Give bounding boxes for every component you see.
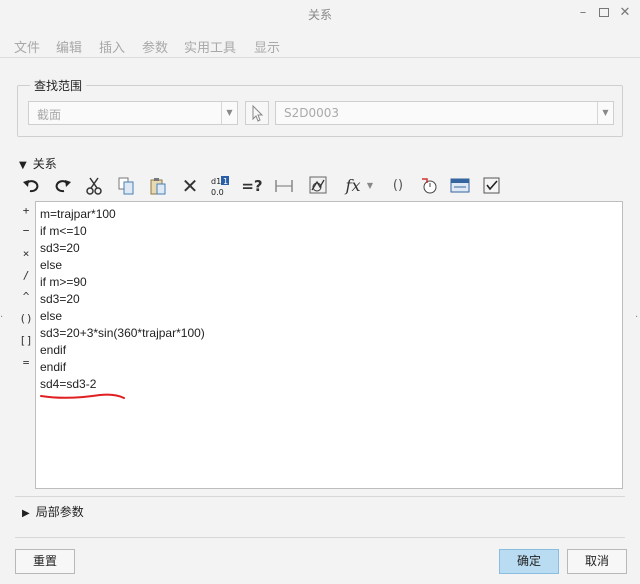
menu-insert[interactable]: 插入 (99, 37, 125, 56)
code-line: sd3=20 (40, 292, 80, 306)
parameter-icon[interactable]: () (386, 174, 410, 198)
operator-multiply[interactable]: × (18, 247, 34, 260)
paste-icon[interactable] (146, 174, 170, 198)
relations-section-toggle[interactable]: ▼ 关系 (19, 155, 57, 172)
resize-handle-right[interactable]: · (635, 312, 639, 323)
cancel-button[interactable]: 取消 (567, 549, 627, 574)
select-pointer-button[interactable] (245, 101, 269, 125)
collapsed-triangle-icon: ▶ (22, 508, 30, 519)
operator-equals[interactable]: = (18, 356, 34, 369)
scope-name-value: S2D0003 (284, 106, 340, 120)
relations-toolbar: ✕ d1 1 0.0 =? fx ▼ () (18, 174, 618, 200)
window-title: 关系 (307, 8, 332, 22)
expanded-triangle-icon: ▼ (19, 160, 27, 171)
scope-name-select[interactable]: S2D0003 ▼ (275, 101, 614, 125)
minimize-icon[interactable]: – (574, 4, 592, 22)
switch-dims-icon[interactable]: d1 1 0.0 (208, 174, 232, 198)
divider (15, 496, 625, 497)
measure-icon[interactable] (272, 174, 296, 198)
svg-text:0.0: 0.0 (211, 188, 224, 197)
code-line: sd4=sd3-2 (40, 377, 97, 391)
analysis-icon[interactable] (306, 174, 330, 198)
local-params-header-label: 局部参数 (35, 505, 84, 519)
close-icon[interactable]: ✕ (616, 4, 634, 22)
code-line: else (40, 309, 63, 323)
cut-icon[interactable] (82, 174, 106, 198)
verify-icon[interactable] (480, 174, 504, 198)
local-params-section-toggle[interactable]: ▶ 局部参数 (22, 503, 84, 520)
operator-brackets[interactable]: [] (18, 334, 34, 347)
code-line: sd3=20+3*sin(360*trajpar*100) (40, 326, 205, 340)
delete-icon[interactable]: ✕ (178, 174, 202, 198)
operator-divide[interactable]: / (18, 269, 34, 282)
resize-handle-left[interactable]: · (0, 312, 4, 323)
units-icon[interactable] (448, 174, 472, 198)
title-bar: 关系 – ✕ (0, 0, 640, 28)
cursor-arrow-icon (252, 104, 264, 122)
undo-icon[interactable] (20, 174, 44, 198)
operator-plus[interactable]: + (18, 204, 34, 217)
code-line: endif (40, 343, 67, 357)
find-scope-legend: 查找范围 (30, 77, 87, 94)
scope-type-value: 截面 (37, 108, 62, 122)
svg-text:1: 1 (223, 177, 228, 186)
copy-icon[interactable] (114, 174, 138, 198)
relations-editor[interactable]: m=trajpar*100 if m<=10 sd3=20 else if m>… (35, 201, 623, 489)
menu-file[interactable]: 文件 (14, 37, 40, 56)
code-line: if m<=10 (40, 224, 87, 238)
code-line: sd3=20 (40, 241, 80, 255)
code-line: if m>=90 (40, 275, 87, 289)
red-underline-annotation (40, 393, 125, 399)
operator-parentheses[interactable]: () (18, 312, 34, 325)
chevron-down-icon: ▼ (221, 102, 237, 124)
code-line: else (40, 258, 63, 272)
chevron-down-icon[interactable]: ▼ (364, 174, 376, 198)
sort-icon[interactable] (418, 174, 442, 198)
menu-edit[interactable]: 编辑 (56, 37, 82, 56)
menu-bar: 文件 编辑 插入 参数 实用工具 显示 (0, 30, 640, 58)
menu-display[interactable]: 显示 (254, 37, 280, 56)
evaluate-icon[interactable]: =? (240, 174, 264, 198)
reset-button[interactable]: 重置 (15, 549, 75, 574)
menu-utilities[interactable]: 实用工具 (184, 37, 236, 56)
relations-header-label: 关系 (32, 157, 57, 171)
maximize-icon[interactable] (595, 4, 613, 22)
chevron-down-icon: ▼ (597, 102, 613, 124)
scope-type-select[interactable]: 截面 ▼ (28, 101, 238, 125)
operator-minus[interactable]: − (18, 224, 34, 237)
ok-button[interactable]: 确定 (499, 549, 559, 574)
divider (15, 537, 625, 538)
operator-power[interactable]: ^ (18, 290, 34, 303)
menu-parameters[interactable]: 参数 (142, 37, 168, 56)
code-line: endif (40, 360, 67, 374)
code-line: m=trajpar*100 (40, 207, 116, 221)
redo-icon[interactable] (50, 174, 74, 198)
svg-text:d1: d1 (211, 177, 221, 186)
